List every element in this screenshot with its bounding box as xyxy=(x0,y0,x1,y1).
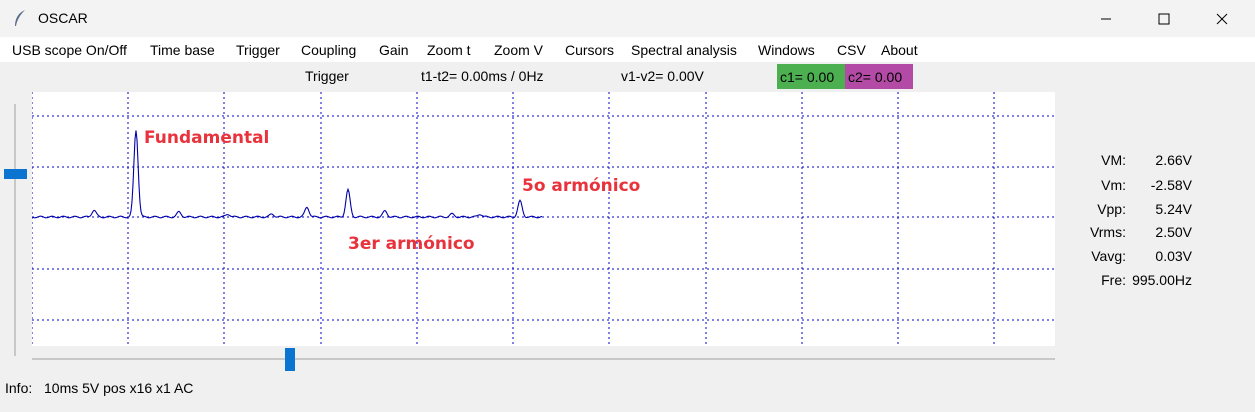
annotation-fundamental: Fundamental xyxy=(144,128,269,148)
measure-label-freq: Fre: xyxy=(1101,272,1126,288)
oscilloscope-display[interactable]: Fundamental 5o armónico 3er armónico xyxy=(32,92,1055,346)
time-delta-readout: t1-t2= 0.00ms / 0Hz xyxy=(421,68,544,84)
measure-label-vavg: Vavg: xyxy=(1091,248,1126,264)
minimize-button[interactable] xyxy=(1077,0,1135,37)
signal-trace xyxy=(32,130,543,219)
horizontal-position-track xyxy=(32,358,1055,360)
measure-value-vavg: 0.03V xyxy=(1155,248,1192,264)
measure-label-vrms: Vrms: xyxy=(1089,224,1126,240)
menu-zoom-t[interactable]: Zoom t xyxy=(427,42,471,58)
menu-zoom-v[interactable]: Zoom V xyxy=(494,42,543,58)
menu-about[interactable]: About xyxy=(881,42,918,58)
minimize-icon xyxy=(1101,18,1111,19)
menu-coupling[interactable]: Coupling xyxy=(301,42,356,58)
horizontal-position-slider[interactable] xyxy=(285,348,295,371)
menu-bar: USB scope On/Off Time base Trigger Coupl… xyxy=(0,37,1255,62)
menu-cursors[interactable]: Cursors xyxy=(565,42,614,58)
measure-label-vmax: VM: xyxy=(1101,152,1126,168)
info-label: Info: xyxy=(5,380,33,396)
menu-trigger[interactable]: Trigger xyxy=(236,42,280,58)
measure-value-vmax: 2.66V xyxy=(1155,152,1192,168)
window-title: OSCAR xyxy=(38,10,88,26)
cursor-1-text: c1= 0.00 xyxy=(780,68,835,85)
vertical-position-slider[interactable] xyxy=(4,169,27,179)
maximize-button[interactable] xyxy=(1135,0,1193,37)
measure-value-vmin: -2.58V xyxy=(1150,177,1192,193)
measure-label-vpp: Vpp: xyxy=(1097,201,1126,217)
vertical-position-track xyxy=(14,104,16,356)
cursor-2-text: c2= 0.00 xyxy=(848,68,903,85)
menu-gain[interactable]: Gain xyxy=(379,42,409,58)
menu-csv[interactable]: CSV xyxy=(837,42,866,58)
cursor-2-readout: c2= 0.00 xyxy=(845,64,913,89)
measure-label-vmin: Vm: xyxy=(1101,177,1126,193)
info-value: 10ms 5V pos x16 x1 AC xyxy=(44,380,194,396)
maximize-icon xyxy=(1158,13,1170,24)
title-bar: OSCAR xyxy=(0,0,1255,37)
menu-usb-scope[interactable]: USB scope On/Off xyxy=(12,42,127,58)
trigger-status: Trigger xyxy=(305,68,349,84)
annotation-3rd-harmonic: 3er armónico xyxy=(348,234,475,254)
annotation-5th-harmonic: 5o armónico xyxy=(522,176,640,196)
close-icon xyxy=(1216,13,1228,24)
feather-icon xyxy=(15,10,25,26)
voltage-delta-readout: v1-v2= 0.00V xyxy=(621,68,704,84)
menu-time-base[interactable]: Time base xyxy=(150,42,215,58)
measure-value-vrms: 2.50V xyxy=(1155,224,1192,240)
cursor-1-readout: c1= 0.00 xyxy=(777,64,845,89)
measure-value-freq: 995.00Hz xyxy=(1132,272,1192,288)
measure-value-vpp: 5.24V xyxy=(1155,201,1192,217)
menu-windows[interactable]: Windows xyxy=(758,42,815,58)
menu-spectral-analysis[interactable]: Spectral analysis xyxy=(631,42,737,58)
close-button[interactable] xyxy=(1193,0,1251,37)
